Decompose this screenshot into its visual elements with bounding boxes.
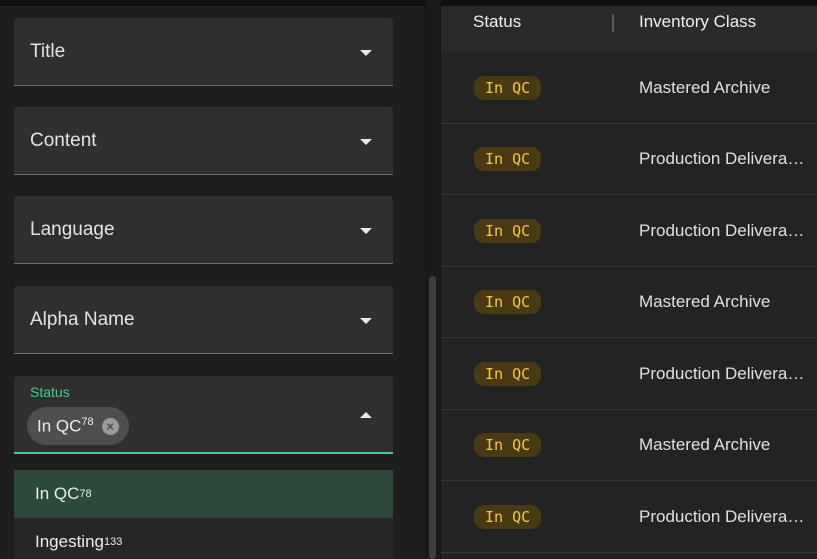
column-header-status[interactable]: Status [473,12,521,32]
inventory-class-cell: Production Deliverable [639,149,807,168]
close-icon[interactable]: × [101,417,119,435]
results-table: Status Inventory Class In QC Mastered Ar… [441,0,817,559]
table-row[interactable]: In QC Mastered Archive [441,267,817,338]
scrollbar-thumb[interactable] [429,276,436,559]
chip-label: In QC78 [37,415,94,436]
status-filter-label: Status [30,384,70,400]
content-filter-label: Content [30,129,97,151]
column-header-inventory-class[interactable]: Inventory Class [639,12,756,32]
inventory-class-cell: Mastered Archive [639,78,771,97]
table-row[interactable]: In QC Production Deliverable [441,124,817,195]
chevron-down-icon [360,138,372,145]
alpha-name-filter-select[interactable]: Alpha Name [14,286,393,354]
status-chip-in-qc[interactable]: In QC78 × [27,407,129,445]
filter-panel: Title Content Language Alpha Name Status… [0,0,425,559]
alpha-name-filter-label: Alpha Name [30,308,135,330]
app-window: Title Content Language Alpha Name Status… [0,0,817,559]
table-row[interactable]: In QC Production Deliverable [441,482,817,553]
status-options-list: In QC 78 Ingesting 133 [14,470,393,559]
inventory-class-cell: Production Deliverable [639,507,807,526]
column-divider[interactable] [612,14,614,32]
status-badge: In QC [474,290,542,314]
option-in-qc[interactable]: In QC 78 [14,470,393,518]
status-badge: In QC [474,505,542,529]
title-filter-label: Title [30,40,66,62]
filter-panel-scrollbar[interactable] [426,0,440,559]
table-row[interactable]: In QC Production Deliverable [441,339,817,410]
inventory-class-cell: Production Deliverable [639,221,807,240]
chevron-down-icon [360,317,372,324]
language-filter-label: Language [30,218,115,240]
table-header: Status Inventory Class [441,6,817,53]
language-filter-select[interactable]: Language [14,196,393,264]
status-badge: In QC [474,433,542,457]
inventory-class-cell: Mastered Archive [639,292,771,311]
title-filter-select[interactable]: Title [14,18,393,86]
status-badge: In QC [474,219,542,243]
status-badge: In QC [474,76,542,100]
status-badge: In QC [474,362,542,386]
chevron-down-icon [360,49,372,56]
table-row[interactable]: In QC Mastered Archive [441,410,817,481]
content-filter-select[interactable]: Content [14,107,393,175]
chevron-down-icon [360,227,372,234]
chevron-up-icon[interactable] [360,412,372,418]
table-row[interactable]: In QC Production Deliverable [441,196,817,267]
option-ingesting[interactable]: Ingesting 133 [14,518,393,559]
status-filter-select[interactable]: Status In QC78 × [14,376,393,454]
inventory-class-cell: Production Deliverable [639,364,807,383]
inventory-class-cell: Mastered Archive [639,435,771,454]
status-badge: In QC [474,147,542,171]
table-row[interactable]: In QC Mastered Archive [441,53,817,124]
